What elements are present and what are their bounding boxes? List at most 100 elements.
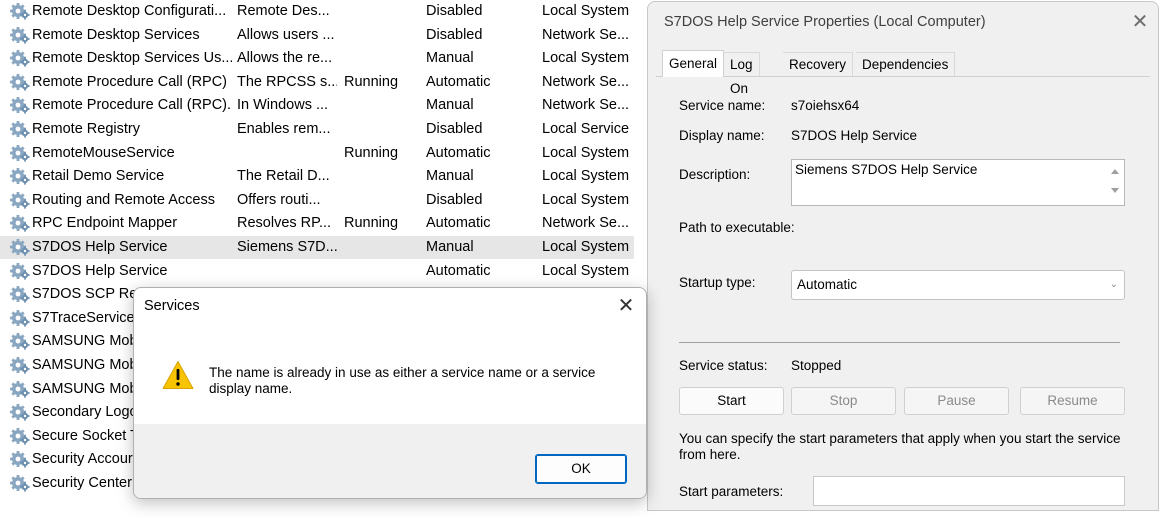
display-name-label: Display name: <box>679 128 765 143</box>
gear-icon <box>10 262 30 280</box>
description-textbox[interactable]: Siemens S7DOS Help Service <box>791 159 1125 206</box>
table-row[interactable]: Remote Registry Enables rem... Disabled Loc… <box>0 118 634 141</box>
service-startup-type: Manual <box>426 97 474 114</box>
service-log-on-as: Local System <box>542 168 630 185</box>
gear-icon <box>10 333 30 350</box>
service-log-on-as: Local System <box>542 50 630 67</box>
start-params-note: You can specify the start parameters tha… <box>679 431 1121 462</box>
gear-icon <box>10 73 30 91</box>
gear-icon <box>10 309 30 327</box>
service-startup-type: Automatic <box>426 144 491 161</box>
service-log-on-as: Local System <box>542 239 630 255</box>
service-description: In Windows ... <box>237 97 329 114</box>
tab-log-on[interactable]: Log On <box>724 52 760 96</box>
table-row[interactable]: S7DOS Help Service Siemens S7D... Manual Lo… <box>0 236 634 259</box>
service-description: Allows users ... <box>237 26 335 43</box>
scroll-up-icon[interactable] <box>1111 169 1119 174</box>
service-status-value: Stopped <box>791 358 842 373</box>
table-row[interactable]: Remote Desktop Services Us... Allows the … <box>0 47 634 70</box>
service-name: RemoteMouseService <box>32 144 175 161</box>
gear-icon <box>10 475 30 492</box>
message-box-body: The name is already in use as either a s… <box>134 326 646 424</box>
service-startup-type: Disabled <box>426 26 483 43</box>
service-name: Retail Demo Service <box>32 168 165 185</box>
service-status: Running <box>344 73 399 90</box>
scroll-down-icon[interactable] <box>1111 188 1119 193</box>
close-icon[interactable]: ✕ <box>612 292 640 320</box>
dialog-title: S7DOS Help Service Properties (Local Com… <box>664 14 986 30</box>
service-properties-dialog: S7DOS Help Service Properties (Local Com… <box>647 1 1159 511</box>
service-status: Running <box>344 144 399 161</box>
startup-type-value: Automatic <box>797 277 858 292</box>
service-description: Remote Des... <box>237 3 330 19</box>
gear-icon <box>10 50 30 67</box>
table-row[interactable]: Remote Procedure Call (RPC) The RPCSS s..… <box>0 71 634 94</box>
stop-button[interactable]: Stop <box>791 387 896 415</box>
gear-icon <box>10 191 30 209</box>
service-name: S7DOS Help Service <box>32 239 168 255</box>
pause-button[interactable]: Pause <box>904 387 1009 415</box>
table-row[interactable]: Retail Demo Service The Retail D... Manual… <box>0 165 634 188</box>
description-label: Description: <box>679 167 751 182</box>
service-name: Remote Procedure Call (RPC) <box>32 73 228 90</box>
service-name: Remote Desktop Configurati... <box>32 3 227 19</box>
warning-icon <box>162 361 194 389</box>
table-row[interactable]: RPC Endpoint Mapper Resolves RP... Running… <box>0 212 634 235</box>
gear-icon <box>10 26 30 44</box>
service-name: Remote Desktop Services <box>32 26 200 43</box>
service-name: S7DOS Help Service <box>32 262 168 279</box>
gear-icon <box>10 451 30 468</box>
table-row[interactable]: Remote Desktop Configurati... Remote Des.… <box>0 0 634 23</box>
table-row[interactable]: S7DOS Help Service Automatic Local System <box>0 260 634 283</box>
service-name: Remote Procedure Call (RPC)... <box>32 97 232 114</box>
service-log-on-as: Network Se... <box>542 73 630 90</box>
gear-icon <box>10 404 30 421</box>
service-description: Siemens S7D... <box>237 239 337 255</box>
service-startup-type: Automatic <box>426 215 491 232</box>
gear-icon <box>10 215 30 232</box>
message-box-title: Services <box>144 298 200 314</box>
service-startup-type: Disabled <box>426 3 483 19</box>
start-button[interactable]: Start <box>679 387 784 415</box>
gear-icon <box>10 286 30 303</box>
tab-general[interactable]: General <box>662 50 725 77</box>
start-params-label: Start parameters: <box>679 484 784 499</box>
startup-type-label: Startup type: <box>679 275 756 290</box>
table-row[interactable]: Remote Desktop Services Allows users ... D… <box>0 24 634 47</box>
ok-button[interactable]: OK <box>535 454 627 484</box>
table-row[interactable]: Remote Procedure Call (RPC)... In Windows… <box>0 94 634 117</box>
path-label: Path to executable: <box>679 220 795 235</box>
start-params-input[interactable] <box>813 476 1125 506</box>
tab-recovery[interactable]: Recovery <box>783 52 854 76</box>
divider <box>679 342 1120 343</box>
table-row[interactable]: Routing and Remote Access Offers routi...… <box>0 189 634 212</box>
description-scrollbar[interactable] <box>1107 160 1124 205</box>
service-name-label: Service name: <box>679 98 766 113</box>
gear-icon <box>10 97 30 114</box>
gear-icon <box>10 239 30 256</box>
gear-icon <box>10 357 30 374</box>
service-name: Remote Registry <box>32 121 140 137</box>
service-name: Routing and Remote Access <box>32 191 215 208</box>
resume-button[interactable]: Resume <box>1020 387 1125 415</box>
service-description: The RPCSS s... <box>237 73 337 90</box>
service-log-on-as: Local System <box>542 191 630 208</box>
gear-icon <box>10 121 30 138</box>
service-startup-type: Disabled <box>426 121 483 137</box>
description-text: Siemens S7DOS Help Service <box>795 162 978 177</box>
service-startup-type: Automatic <box>426 262 491 279</box>
chevron-down-icon: ⌄ <box>1109 279 1118 290</box>
startup-type-select[interactable]: Automatic ⌄ <box>791 270 1125 300</box>
service-log-on-as: Local Service <box>542 121 630 137</box>
tab-dependencies[interactable]: Dependencies <box>856 52 956 76</box>
gear-icon <box>10 144 30 162</box>
table-row[interactable]: RemoteMouseService Running Automatic Local … <box>0 142 634 165</box>
close-icon[interactable]: ✕ <box>1126 8 1154 36</box>
gear-icon <box>10 427 30 445</box>
service-log-on-as: Network Se... <box>542 26 630 43</box>
gear-icon <box>10 380 30 398</box>
service-description: Enables rem... <box>237 121 331 137</box>
gear-icon <box>10 168 30 185</box>
service-description: The Retail D... <box>237 168 330 185</box>
service-log-on-as: Network Se... <box>542 97 630 114</box>
